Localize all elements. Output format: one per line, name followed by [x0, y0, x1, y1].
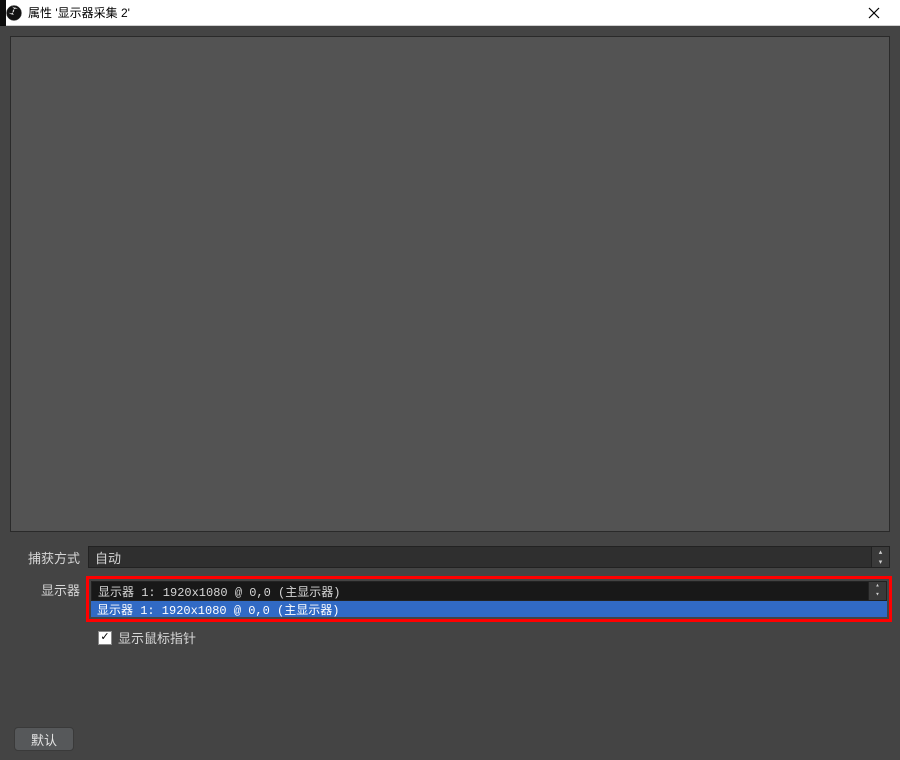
obs-icon — [6, 5, 22, 21]
defaults-button[interactable]: 默认 — [14, 727, 74, 751]
capture-method-select[interactable]: 自动 ▴ ▾ — [88, 546, 890, 568]
window-title: 属性 '显示器采集 2' — [28, 4, 130, 21]
display-select-group: 显示器 1: 1920x1080 @ 0,0 (主显示器) ▴ ▾ 显示器 1:… — [88, 576, 890, 622]
chevron-up-icon: ▴ — [872, 547, 889, 557]
chevron-up-icon: ▴ — [869, 582, 886, 591]
display-row: 显示器 显示器 1: 1920x1080 @ 0,0 (主显示器) ▴ ▾ 显示… — [10, 576, 890, 622]
preview-container — [0, 26, 900, 542]
display-option-label: 显示器 1: 1920x1080 @ 0,0 (主显示器) — [97, 601, 339, 618]
close-icon — [868, 7, 880, 19]
titlebar: 属性 '显示器采集 2' — [0, 0, 900, 26]
client-area: 捕获方式 自动 ▴ ▾ 显示器 显示器 1: 1920x1080 @ 0,0 (… — [0, 26, 900, 760]
capture-method-row: 捕获方式 自动 ▴ ▾ — [10, 546, 890, 568]
show-cursor-row: ✓ 显示鼠标指针 — [98, 628, 890, 647]
spinner-icon: ▴ ▾ — [868, 582, 886, 600]
check-icon: ✓ — [100, 632, 109, 643]
spinner-icon: ▴ ▾ — [871, 547, 889, 567]
bottom-bar: 默认 — [0, 718, 900, 760]
capture-method-value: 自动 — [95, 548, 121, 567]
show-cursor-checkbox[interactable]: ✓ — [98, 631, 112, 645]
preview-area — [10, 36, 890, 532]
highlight-box: 显示器 1: 1920x1080 @ 0,0 (主显示器) ▴ ▾ 显示器 1:… — [86, 576, 892, 622]
display-option-1[interactable]: 显示器 1: 1920x1080 @ 0,0 (主显示器) — [91, 601, 887, 617]
show-cursor-label: 显示鼠标指针 — [118, 628, 196, 647]
display-value: 显示器 1: 1920x1080 @ 0,0 (主显示器) — [98, 583, 340, 600]
display-select[interactable]: 显示器 1: 1920x1080 @ 0,0 (主显示器) ▴ ▾ — [91, 581, 887, 601]
properties-window: 属性 '显示器采集 2' 捕获方式 自动 ▴ ▾ — [0, 0, 900, 760]
chevron-down-icon: ▾ — [872, 557, 889, 567]
chevron-down-icon: ▾ — [869, 591, 886, 600]
close-button[interactable] — [854, 0, 894, 26]
defaults-button-label: 默认 — [31, 730, 57, 749]
form-area: 捕获方式 自动 ▴ ▾ 显示器 显示器 1: 1920x1080 @ 0,0 (… — [0, 542, 900, 647]
display-label: 显示器 — [10, 576, 88, 599]
capture-method-label: 捕获方式 — [10, 548, 88, 567]
